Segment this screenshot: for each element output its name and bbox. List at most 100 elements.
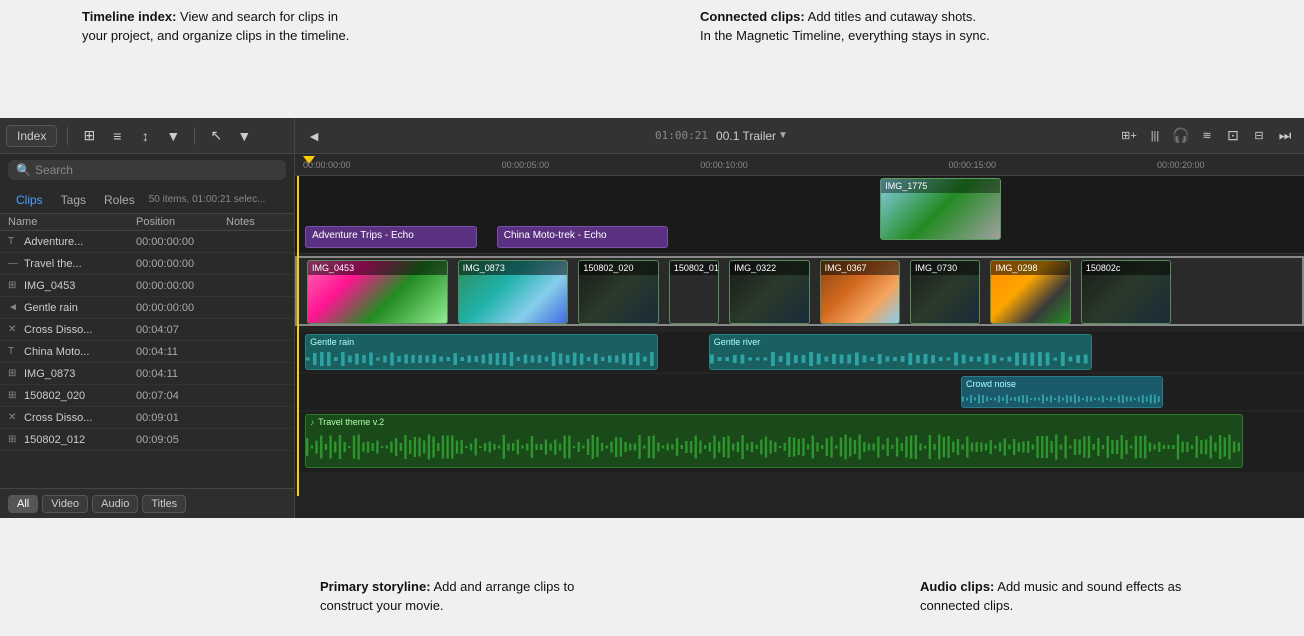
audio-clip[interactable]: Gentle river: [709, 334, 1092, 370]
video-clip[interactable]: 150802_020: [578, 260, 658, 324]
clip-name: ⊞ 150802_020: [8, 390, 136, 402]
list-view-icon[interactable]: ≡: [106, 125, 128, 147]
clip-type-icon: —: [8, 258, 20, 269]
clip-name-text: Travel the...: [24, 258, 82, 270]
project-name-label: 00.1 Trailer: [716, 129, 776, 143]
timeline-area: ◄ 01:00:21 00.1 Trailer ▼ ⊞+ ||| 🎧 ≋ ⊡ ⊟…: [295, 118, 1304, 518]
clip-name-text: 150802_020: [24, 390, 85, 402]
list-item[interactable]: ◄ Gentle rain 00:00:00:00: [0, 297, 294, 319]
audio-track-2: Crowd noise: [295, 374, 1304, 410]
clip-name-text: IMG_0453: [24, 280, 75, 292]
ruler-mark: 00:00:20:00: [1157, 160, 1205, 170]
clip-name: T China Moto...: [8, 346, 136, 358]
tab-tags[interactable]: Tags: [53, 190, 94, 210]
filter-icon[interactable]: ▼: [162, 125, 184, 147]
clip-name: ◄ Gentle rain: [8, 302, 136, 314]
sidebar-bottom-bar: AllVideoAudioTitles: [0, 488, 294, 518]
connected-clip[interactable]: Adventure Trips - Echo: [305, 226, 477, 248]
list-item[interactable]: ⊞ IMG_0873 00:04:11: [0, 363, 294, 385]
clip-name-text: Adventure...: [24, 236, 83, 248]
list-item[interactable]: T Adventure... 00:00:00:00: [0, 231, 294, 253]
clip-name-text: IMG_0873: [24, 368, 75, 380]
clip-name: — Travel the...: [8, 258, 136, 270]
audio-clip[interactable]: Gentle rain: [305, 334, 658, 370]
col-notes: Notes: [226, 216, 286, 228]
sidebar-toolbar: Index ⊞ ≡ ↕ ▼ ↖ ▼: [0, 118, 294, 154]
video-clip[interactable]: 150802c: [1081, 260, 1171, 324]
waveform-icon[interactable]: ≋: [1196, 125, 1218, 147]
filter-audio-button[interactable]: Audio: [92, 495, 138, 513]
list-item[interactable]: — Travel the... 00:00:00:00: [0, 253, 294, 275]
connected-clip[interactable]: IMG_1775: [880, 178, 1001, 240]
fullscreen-icon[interactable]: ⊡: [1222, 125, 1244, 147]
index-tab-button[interactable]: Index: [6, 125, 57, 147]
timeline-timecode: 01:00:21 00.1 Trailer ▼: [329, 129, 1114, 143]
nav-left-icon[interactable]: ◄: [303, 125, 325, 147]
clip-type-icon: ◄: [8, 302, 20, 313]
item-count: 50 items, 01:00:21 selec...: [149, 194, 266, 205]
video-clip[interactable]: IMG_0322: [729, 260, 809, 324]
col-position: Position: [136, 216, 226, 228]
list-item[interactable]: ✕ Cross Disso... 00:04:07: [0, 319, 294, 341]
connected-clips-row: Adventure Trips - Echo China Moto-trek - …: [295, 176, 1304, 254]
zoom-fit-icon[interactable]: ⊟: [1248, 125, 1270, 147]
music-clip[interactable]: ♪ Travel theme v.2: [305, 414, 1243, 468]
clip-position: 00:00:00:00: [136, 236, 226, 248]
timeline-ruler: 00:00:00:0000:00:05:0000:00:10:0000:00:1…: [295, 154, 1304, 176]
app-container: Index ⊞ ≡ ↕ ▼ ↖ ▼ 🔍 Clips Tags Roles 50 …: [0, 118, 1304, 518]
cursor-icon[interactable]: ↖: [205, 125, 227, 147]
video-clip[interactable]: IMG_0453: [307, 260, 448, 324]
video-clip[interactable]: IMG_0367: [820, 260, 900, 324]
clip-type-icon: ⊞: [8, 280, 20, 291]
video-clip[interactable]: IMG_0873: [458, 260, 569, 324]
audio-track-1: Gentle rain Gentle river: [295, 332, 1304, 372]
project-name: 00.1 Trailer ▼: [716, 129, 788, 143]
sort-icon[interactable]: ↕: [134, 125, 156, 147]
project-dropdown-icon[interactable]: ▼: [778, 130, 788, 141]
filter-video-button[interactable]: Video: [42, 495, 88, 513]
tab-clips[interactable]: Clips: [8, 190, 51, 210]
audio-meter-icon[interactable]: |||: [1144, 125, 1166, 147]
clip-list-header: Name Position Notes: [0, 214, 294, 231]
ruler-mark: 00:00:10:00: [700, 160, 748, 170]
tab-roles[interactable]: Roles: [96, 190, 143, 210]
audio-track-music: ♪ Travel theme v.2: [295, 412, 1304, 472]
clip-position: 00:00:00:00: [136, 280, 226, 292]
clip-list: T Adventure... 00:00:00:00 — Travel the.…: [0, 231, 294, 488]
search-input[interactable]: [35, 163, 278, 177]
connected-clip[interactable]: China Moto-trek - Echo: [497, 226, 669, 248]
toolbar-separator-2: [194, 127, 195, 145]
video-clip[interactable]: IMG_0298: [990, 260, 1070, 324]
clip-name-text: Gentle rain: [24, 302, 78, 314]
list-item[interactable]: ⊞ 150802_020 00:07:04: [0, 385, 294, 407]
audio-clip-2[interactable]: Crowd noise: [961, 376, 1163, 408]
annotation-top-right: Connected clips: Add titles and cutaway …: [700, 8, 990, 46]
list-item[interactable]: T China Moto... 00:04:11: [0, 341, 294, 363]
sidebar: Index ⊞ ≡ ↕ ▼ ↖ ▼ 🔍 Clips Tags Roles 50 …: [0, 118, 295, 518]
list-item[interactable]: ⊞ 150802_012 00:09:05: [0, 429, 294, 451]
clip-position: 00:09:05: [136, 434, 226, 446]
toolbar-separator-1: [67, 127, 68, 145]
clip-name: ✕ Cross Disso...: [8, 412, 136, 424]
video-clip[interactable]: IMG_0730: [910, 260, 980, 324]
col-name: Name: [8, 216, 136, 228]
trim-icon[interactable]: ▼: [233, 125, 255, 147]
timeline-toolbar: ◄ 01:00:21 00.1 Trailer ▼ ⊞+ ||| 🎧 ≋ ⊡ ⊟…: [295, 118, 1304, 154]
list-item[interactable]: ✕ Cross Disso... 00:09:01: [0, 407, 294, 429]
add-connections-icon[interactable]: ⊞+: [1118, 125, 1140, 147]
search-icon: 🔍: [16, 163, 31, 177]
headphones-icon[interactable]: 🎧: [1170, 125, 1192, 147]
grid-view-icon[interactable]: ⊞: [78, 125, 100, 147]
skip-end-icon[interactable]: ⏭: [1274, 125, 1296, 147]
timecode-display: 01:00:21: [655, 129, 708, 142]
video-clip[interactable]: 150802_012: [669, 260, 719, 324]
clip-type-icon: ⊞: [8, 434, 20, 445]
list-item[interactable]: ⊞ IMG_0453 00:00:00:00: [0, 275, 294, 297]
filter-all-button[interactable]: All: [8, 495, 38, 513]
clip-type-icon: ⊞: [8, 390, 20, 401]
clip-type-icon: ✕: [8, 412, 20, 423]
clip-name: ⊞ IMG_0453: [8, 280, 136, 292]
timeline-tracks[interactable]: Adventure Trips - Echo China Moto-trek - …: [295, 176, 1304, 518]
filter-titles-button[interactable]: Titles: [142, 495, 186, 513]
clip-name: ⊞ 150802_012: [8, 434, 136, 446]
